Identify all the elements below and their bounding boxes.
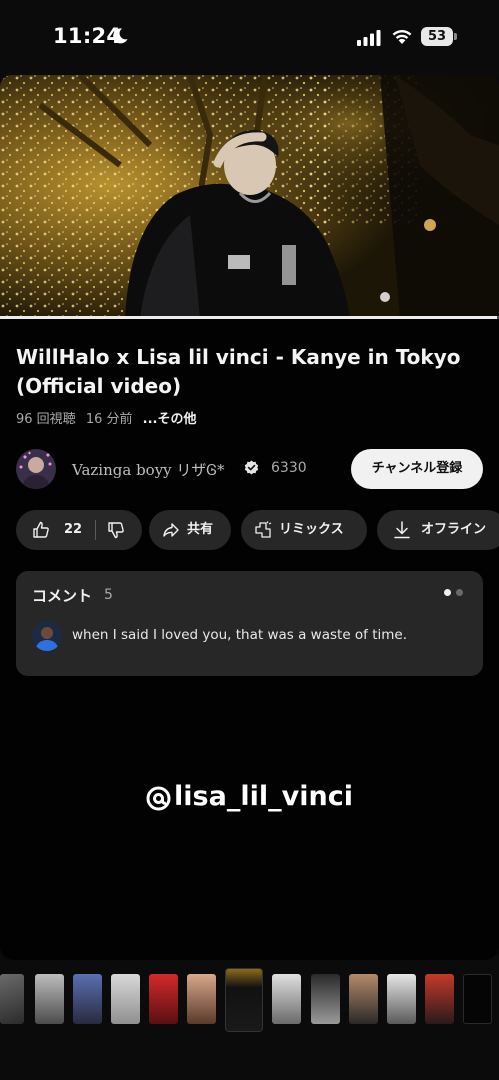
signal-icon [357, 30, 381, 46]
frame-filmstrip[interactable] [0, 968, 499, 1032]
filmstrip-frame[interactable] [73, 974, 102, 1024]
subscribe-button[interactable]: チャンネル登録 [351, 449, 483, 489]
filmstrip-frame[interactable] [425, 974, 454, 1024]
video-meta: 96 回視聴 16 分前 ...その他 [16, 408, 202, 428]
commenter-avatar [32, 621, 62, 651]
filmstrip-frame[interactable] [35, 974, 64, 1024]
download-icon [394, 521, 410, 539]
share-label: 共有 [187, 522, 214, 537]
story-editor-bottom [0, 960, 499, 1080]
like-button[interactable]: 22 [16, 510, 95, 550]
upload-time: 16 分前 [85, 412, 133, 427]
video-title: WillHalo x Lisa lil vinci - Kanye in Tok… [16, 345, 461, 398]
view-count: 96 回視聴 [16, 412, 76, 427]
offline-download-button[interactable]: オフライン [377, 510, 499, 550]
remix-button[interactable]: リミックス [241, 510, 367, 550]
moon-icon [113, 28, 128, 44]
carousel-dot [456, 589, 463, 596]
channel-row: Vazinga boyy リザᎶ* 6330 チャンネル登録 [16, 447, 486, 491]
filmstrip-frame[interactable] [349, 974, 378, 1024]
carousel-dot-active [444, 589, 451, 596]
verified-badge-icon [244, 460, 259, 475]
thumbs-down-icon [108, 522, 124, 539]
filmstrip-frame[interactable] [387, 974, 416, 1024]
share-icon [163, 523, 179, 537]
comments-header: コメント [32, 587, 93, 605]
remix-icon [255, 521, 272, 538]
filmstrip-frame[interactable] [311, 974, 340, 1024]
status-bar: 11:24 53 [0, 0, 499, 75]
top-comment-text: when I said I loved you, that was a wast… [72, 627, 408, 643]
battery-level: 53 [427, 29, 447, 44]
video-sheet: WillHalo x Lisa lil vinci - Kanye in Tok… [0, 75, 499, 960]
share-button[interactable]: 共有 [149, 510, 231, 550]
video-player[interactable] [0, 75, 499, 318]
mention-handle: lisa_lil_vinci [174, 781, 353, 812]
channel-avatar[interactable] [16, 449, 56, 489]
subscriber-count: 6330 [271, 460, 307, 476]
like-dislike-group: 22 [16, 510, 142, 550]
comments-count: 5 [104, 587, 113, 603]
action-row: 22 共有 リミックス オフライン [16, 510, 499, 550]
like-count: 22 [64, 522, 83, 537]
filmstrip-frame[interactable] [149, 974, 178, 1024]
playback-progress-bar[interactable] [0, 316, 499, 319]
playback-progress-fill [0, 316, 497, 319]
offline-label: オフライン [421, 522, 487, 537]
filmstrip-frame-current[interactable] [225, 968, 263, 1032]
filmstrip-frame[interactable] [0, 974, 24, 1024]
filmstrip-frame[interactable] [272, 974, 301, 1024]
wifi-icon [392, 29, 412, 44]
carousel-dots [444, 589, 466, 597]
filmstrip-frame[interactable] [187, 974, 216, 1024]
battery-icon: 53 [421, 27, 457, 46]
filmstrip-frame[interactable] [111, 974, 140, 1024]
more-description-link[interactable]: ...その他 [143, 412, 197, 427]
mention-sticker[interactable]: lisa_lil_vinci [0, 781, 499, 812]
comments-section[interactable]: コメント 5 when I said I loved you, that was… [16, 571, 483, 676]
filmstrip-frame[interactable] [463, 974, 492, 1024]
channel-name[interactable]: Vazinga boyy リザᎶ* [72, 459, 225, 480]
at-sign-icon [146, 786, 171, 811]
thumbs-up-icon [33, 521, 49, 538]
dislike-button[interactable] [96, 510, 142, 550]
remix-label: リミックス [279, 522, 344, 537]
